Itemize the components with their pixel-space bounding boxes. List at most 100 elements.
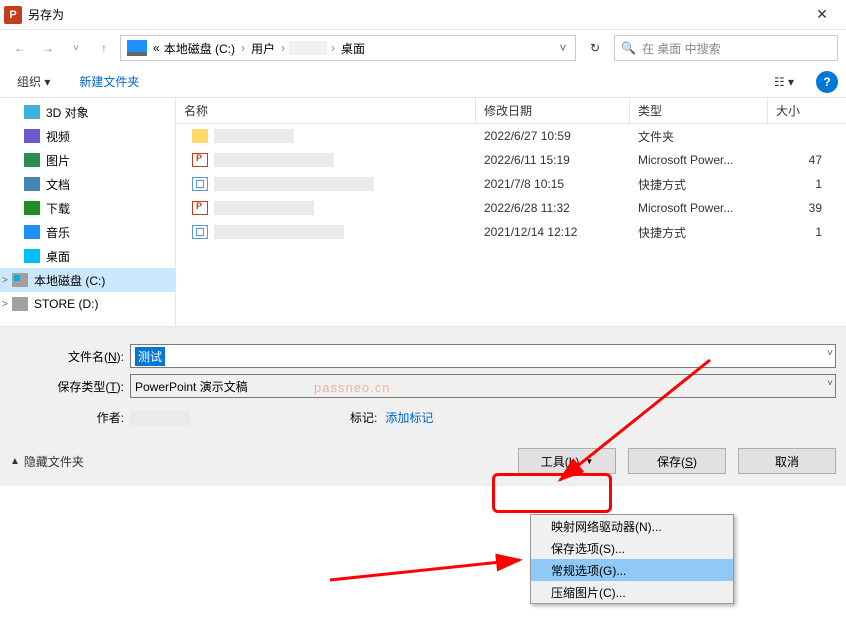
breadcrumb[interactable]: « 本地磁盘 (C:) › 用户 › ████ › 桌面 ˅ (120, 35, 576, 61)
expand-icon[interactable]: > (2, 275, 8, 286)
collapse-icon: ▲ (10, 456, 20, 467)
file-date: 2022/6/27 10:59 (476, 129, 630, 143)
folder-icon (24, 105, 40, 119)
folder-icon (24, 201, 40, 215)
new-folder-button[interactable]: 新建文件夹 (71, 69, 147, 94)
sidebar-item-label: 桌面 (46, 248, 70, 265)
column-header-type[interactable]: 类型 (630, 98, 768, 123)
file-type: 文件夹 (630, 128, 768, 145)
breadcrumb-prefix: « (151, 41, 162, 55)
filetype-dropdown-icon[interactable]: ˅ (827, 378, 833, 389)
filename-input[interactable]: 测试 ˅ (130, 344, 836, 368)
annotation-arrow (320, 540, 540, 590)
file-row[interactable]: 2022/6/27 10:59文件夹 (176, 124, 846, 148)
sidebar-item[interactable]: 桌面 (0, 244, 175, 268)
search-placeholder: 在 桌面 中搜索 (642, 40, 721, 57)
sidebar-item-label: 视频 (46, 128, 70, 145)
filetype-label: 保存类型(T): (10, 378, 130, 395)
file-name (214, 201, 314, 215)
close-button[interactable]: ✕ (802, 0, 842, 30)
tags-input[interactable]: 添加标记 (385, 409, 433, 426)
view-options-button[interactable]: ☷ ▾ (764, 70, 804, 94)
sidebar-item-label: 下载 (46, 200, 70, 217)
menu-item-save-options[interactable]: 保存选项(S)... (531, 537, 733, 559)
cancel-button[interactable]: 取消 (738, 448, 836, 474)
nav-forward-button[interactable]: → (36, 36, 60, 60)
watermark: passneo.cn (314, 380, 391, 395)
file-list-header[interactable]: 名称 修改日期 类型 大小 (176, 98, 846, 124)
refresh-button[interactable]: ↻ (580, 35, 610, 61)
sidebar-item[interactable]: 音乐 (0, 220, 175, 244)
menu-item-compress-pictures[interactable]: 压缩图片(C)... (531, 581, 733, 603)
tools-button[interactable]: 工具(L) ▼ (518, 448, 616, 474)
file-icon (192, 201, 208, 215)
sidebar-item[interactable]: 下载 (0, 196, 175, 220)
file-size: 47 (768, 153, 822, 167)
breadcrumb-part[interactable]: 桌面 (339, 40, 367, 57)
file-icon (192, 153, 208, 167)
file-icon (192, 177, 208, 191)
help-button[interactable]: ? (816, 71, 838, 93)
file-size: 1 (768, 225, 822, 239)
folder-icon (24, 153, 40, 167)
folder-icon (24, 129, 40, 143)
column-header-size[interactable]: 大小 (768, 98, 828, 123)
sidebar-item-label: 音乐 (46, 224, 70, 241)
hide-folders-toggle[interactable]: ▲ 隐藏文件夹 (10, 453, 84, 470)
sidebar-item-label: 本地磁盘 (C:) (34, 272, 105, 289)
column-header-date[interactable]: 修改日期 (476, 98, 630, 123)
search-input[interactable]: 🔍 在 桌面 中搜索 (614, 35, 838, 61)
search-icon: 🔍 (621, 41, 636, 55)
filetype-value: PowerPoint 演示文稿 (135, 378, 248, 395)
file-row[interactable]: 2022/6/28 11:32Microsoft Power...39 (176, 196, 846, 220)
column-header-name[interactable]: 名称 (176, 98, 476, 123)
file-row[interactable]: 2022/6/11 15:19Microsoft Power...47 (176, 148, 846, 172)
file-name (214, 225, 344, 239)
expand-icon[interactable]: > (2, 299, 8, 310)
menu-item-map-drive[interactable]: 映射网络驱动器(N)... (531, 515, 733, 537)
sidebar-item-label: 文档 (46, 176, 70, 193)
file-date: 2022/6/28 11:32 (476, 201, 630, 215)
file-name (214, 129, 294, 143)
organize-button[interactable]: 组织 ▾ (8, 68, 59, 95)
file-icon (192, 225, 208, 239)
breadcrumb-part[interactable]: 用户 (249, 40, 277, 57)
file-row[interactable]: 2021/7/8 10:15快捷方式1 (176, 172, 846, 196)
breadcrumb-part[interactable]: 本地磁盘 (C:) (162, 40, 237, 57)
breadcrumb-part[interactable]: ████ (289, 41, 327, 55)
file-date: 2021/12/14 12:12 (476, 225, 630, 239)
author-value[interactable] (130, 411, 190, 425)
sidebar-item[interactable]: > 本地磁盘 (C:) (0, 268, 175, 292)
file-date: 2022/6/11 15:19 (476, 153, 630, 167)
navigation-sidebar: 3D 对象视频图片文档下载音乐桌面 > 本地磁盘 (C:) >STORE (D:) (0, 98, 176, 326)
nav-up-button[interactable]: ↑ (92, 36, 116, 60)
file-type: Microsoft Power... (630, 201, 768, 215)
sidebar-item[interactable]: 图片 (0, 148, 175, 172)
sidebar-item[interactable]: 文档 (0, 172, 175, 196)
file-size: 39 (768, 201, 822, 215)
file-date: 2021/7/8 10:15 (476, 177, 630, 191)
breadcrumb-sep: › (277, 41, 289, 55)
nav-back-button[interactable]: ← (8, 36, 32, 60)
sidebar-item[interactable]: 3D 对象 (0, 100, 175, 124)
file-type: Microsoft Power... (630, 153, 768, 167)
menu-item-general-options[interactable]: 常规选项(G)... (531, 559, 733, 581)
save-button[interactable]: 保存(S) (628, 448, 726, 474)
tags-label: 标记: (350, 409, 377, 426)
sidebar-item[interactable]: >STORE (D:) (0, 292, 175, 316)
filename-value[interactable]: 测试 (135, 347, 165, 366)
filename-label: 文件名(N): (10, 348, 130, 365)
filename-dropdown-icon[interactable]: ˅ (827, 348, 833, 359)
folder-icon (12, 297, 28, 311)
nav-recent-button[interactable]: ˅ (64, 36, 88, 60)
file-name (214, 153, 334, 167)
file-row[interactable]: 2021/12/14 12:12快捷方式1 (176, 220, 846, 244)
folder-icon (12, 273, 28, 287)
tools-dropdown-menu: 映射网络驱动器(N)... 保存选项(S)... 常规选项(G)... 压缩图片… (530, 514, 734, 604)
window-title: 另存为 (28, 6, 802, 23)
filetype-select[interactable]: PowerPoint 演示文稿 ˅ (130, 374, 836, 398)
sidebar-item[interactable]: 视频 (0, 124, 175, 148)
dropdown-icon: ▼ (585, 457, 593, 466)
breadcrumb-dropdown[interactable]: ˅ (553, 41, 573, 55)
file-name (214, 177, 374, 191)
